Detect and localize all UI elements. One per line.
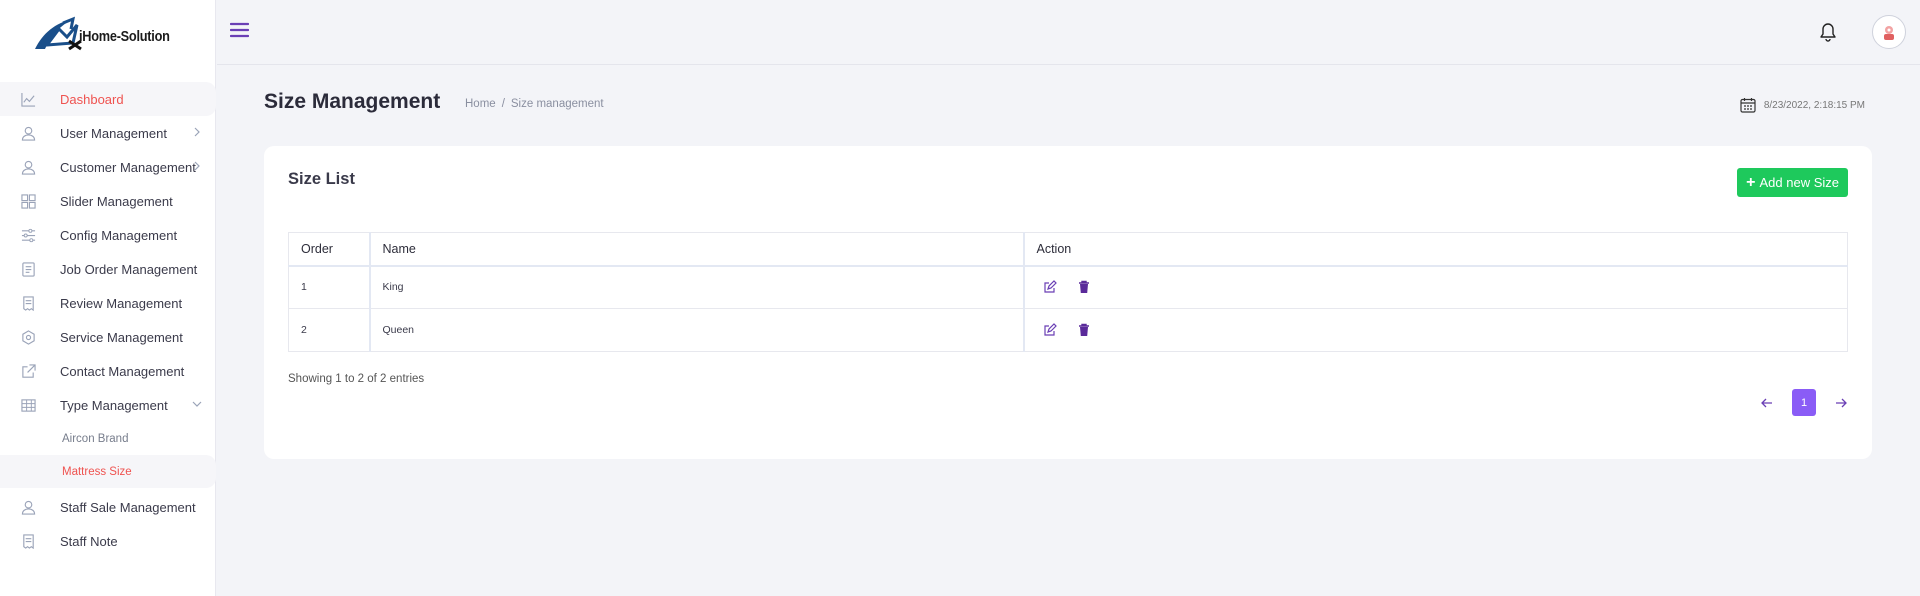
table-icon — [20, 397, 36, 413]
sidebar-menu: Dashboard User Management Customer Manag… — [0, 82, 216, 558]
cell-actions — [1023, 265, 1848, 309]
column-header-action: Action — [1023, 232, 1848, 267]
breadcrumb-current: Size management — [510, 98, 604, 110]
sidebar-subitem-aircon-brand[interactable]: Aircon Brand — [0, 422, 216, 455]
column-header-order[interactable]: Order — [288, 232, 371, 267]
cell-order: 2 — [288, 308, 371, 352]
sidebar-item-customer-management[interactable]: Customer Management — [0, 150, 216, 184]
receipt-icon — [20, 295, 36, 311]
pagination-page-current[interactable]: 1 — [1792, 389, 1816, 416]
edit-icon[interactable] — [1043, 280, 1057, 294]
add-new-size-button[interactable]: + Add new Size — [1737, 168, 1848, 197]
table-row: 2 Queen — [288, 308, 1848, 352]
chart-line-icon — [20, 91, 36, 107]
sidebar-item-label: Config Management — [60, 227, 178, 243]
receipt-icon — [20, 533, 36, 549]
sidebar-subitem-label: Aircon Brand — [62, 432, 129, 445]
cell-actions — [1023, 308, 1848, 352]
sidebar-item-user-management[interactable]: User Management — [0, 116, 216, 150]
page-title: Size Management — [264, 90, 441, 113]
cell-order: 1 — [288, 265, 371, 309]
size-table: Order Name Action 1 King 2 Queen — [288, 232, 1848, 352]
sidebar-item-review-management[interactable]: Review Management — [0, 286, 216, 320]
external-link-icon — [20, 363, 36, 379]
sidebar-item-label: Review Management — [60, 295, 183, 311]
sidebar: iHome-Solution Dashboard User Management… — [0, 0, 216, 596]
table-row: 1 King — [288, 265, 1848, 309]
sidebar-subitem-mattress-size[interactable]: Mattress Size — [0, 455, 216, 488]
arrow-left-icon[interactable] — [1760, 396, 1774, 410]
sidebar-item-label: Type Management — [60, 397, 168, 413]
card-title: Size List — [288, 170, 355, 188]
delete-icon[interactable] — [1077, 323, 1091, 337]
sidebar-item-label: Service Management — [60, 329, 183, 345]
hexagon-gear-icon — [20, 329, 36, 345]
arrow-right-icon[interactable] — [1834, 396, 1848, 410]
hamburger-menu-icon[interactable] — [230, 22, 249, 38]
plus-icon: + — [1746, 173, 1756, 191]
sidebar-item-label: Slider Management — [60, 193, 173, 209]
sidebar-item-label: Customer Management — [60, 159, 196, 175]
sidebar-item-config-management[interactable]: Config Management — [0, 218, 216, 252]
sidebar-item-contact-management[interactable]: Contact Management — [0, 354, 216, 388]
size-list-card: Size List + Add new Size Order Name Acti… — [264, 146, 1872, 459]
sidebar-item-label: Contact Management — [60, 363, 185, 379]
sidebar-subitem-label: Mattress Size — [62, 465, 132, 478]
sidebar-item-label: Job Order Management — [60, 261, 198, 277]
sidebar-item-label: User Management — [60, 125, 167, 141]
sidebar-item-type-management[interactable]: Type Management — [0, 388, 216, 422]
column-header-name[interactable]: Name — [369, 232, 1025, 267]
user-icon — [20, 125, 36, 141]
logo[interactable]: iHome-Solution — [0, 0, 215, 66]
breadcrumb: Home / Size management — [465, 98, 604, 110]
logo-text: iHome-Solution — [79, 27, 170, 45]
delete-icon[interactable] — [1077, 280, 1091, 294]
avatar-image-icon — [1879, 22, 1899, 42]
cell-name: King — [369, 265, 1025, 309]
document-icon — [20, 261, 36, 277]
sidebar-item-staff-note[interactable]: Staff Note — [0, 524, 216, 558]
pagination: 1 — [1760, 389, 1848, 416]
datetime-text: 8/23/2022, 2:18:15 PM — [1763, 99, 1865, 111]
sidebar-item-slider-management[interactable]: Slider Management — [0, 184, 216, 218]
chevron-down-icon — [192, 401, 202, 407]
calendar-icon — [1740, 98, 1756, 113]
sidebar-item-dashboard[interactable]: Dashboard — [0, 82, 216, 116]
sidebar-item-label: Dashboard — [60, 91, 124, 107]
sidebar-item-label: Staff Note — [60, 533, 118, 549]
user-icon — [20, 159, 36, 175]
sidebar-item-service-management[interactable]: Service Management — [0, 320, 216, 354]
chevron-right-icon — [194, 127, 200, 137]
table-header-row: Order Name Action — [288, 232, 1848, 267]
logo-mark-icon — [35, 16, 82, 51]
entries-info: Showing 1 to 2 of 2 entries — [288, 373, 425, 385]
sidebar-item-job-order-management[interactable]: Job Order Management — [0, 252, 216, 286]
cell-name: Queen — [369, 308, 1025, 352]
chevron-right-icon — [194, 161, 200, 171]
sidebar-item-label: Staff Sale Management — [60, 499, 196, 515]
sliders-icon — [20, 227, 36, 243]
avatar[interactable] — [1872, 15, 1906, 49]
topbar — [217, 0, 1920, 65]
sidebar-item-staff-sale-management[interactable]: Staff Sale Management — [0, 490, 216, 524]
current-datetime: 8/23/2022, 2:18:15 PM — [1740, 97, 1865, 113]
bell-icon[interactable] — [1819, 22, 1837, 42]
grid-icon — [20, 193, 36, 209]
breadcrumb-home[interactable]: Home — [465, 98, 496, 110]
breadcrumb-separator: / — [501, 98, 505, 110]
edit-icon[interactable] — [1043, 323, 1057, 337]
add-button-label: Add new Size — [1759, 175, 1840, 190]
user-icon — [20, 499, 36, 515]
